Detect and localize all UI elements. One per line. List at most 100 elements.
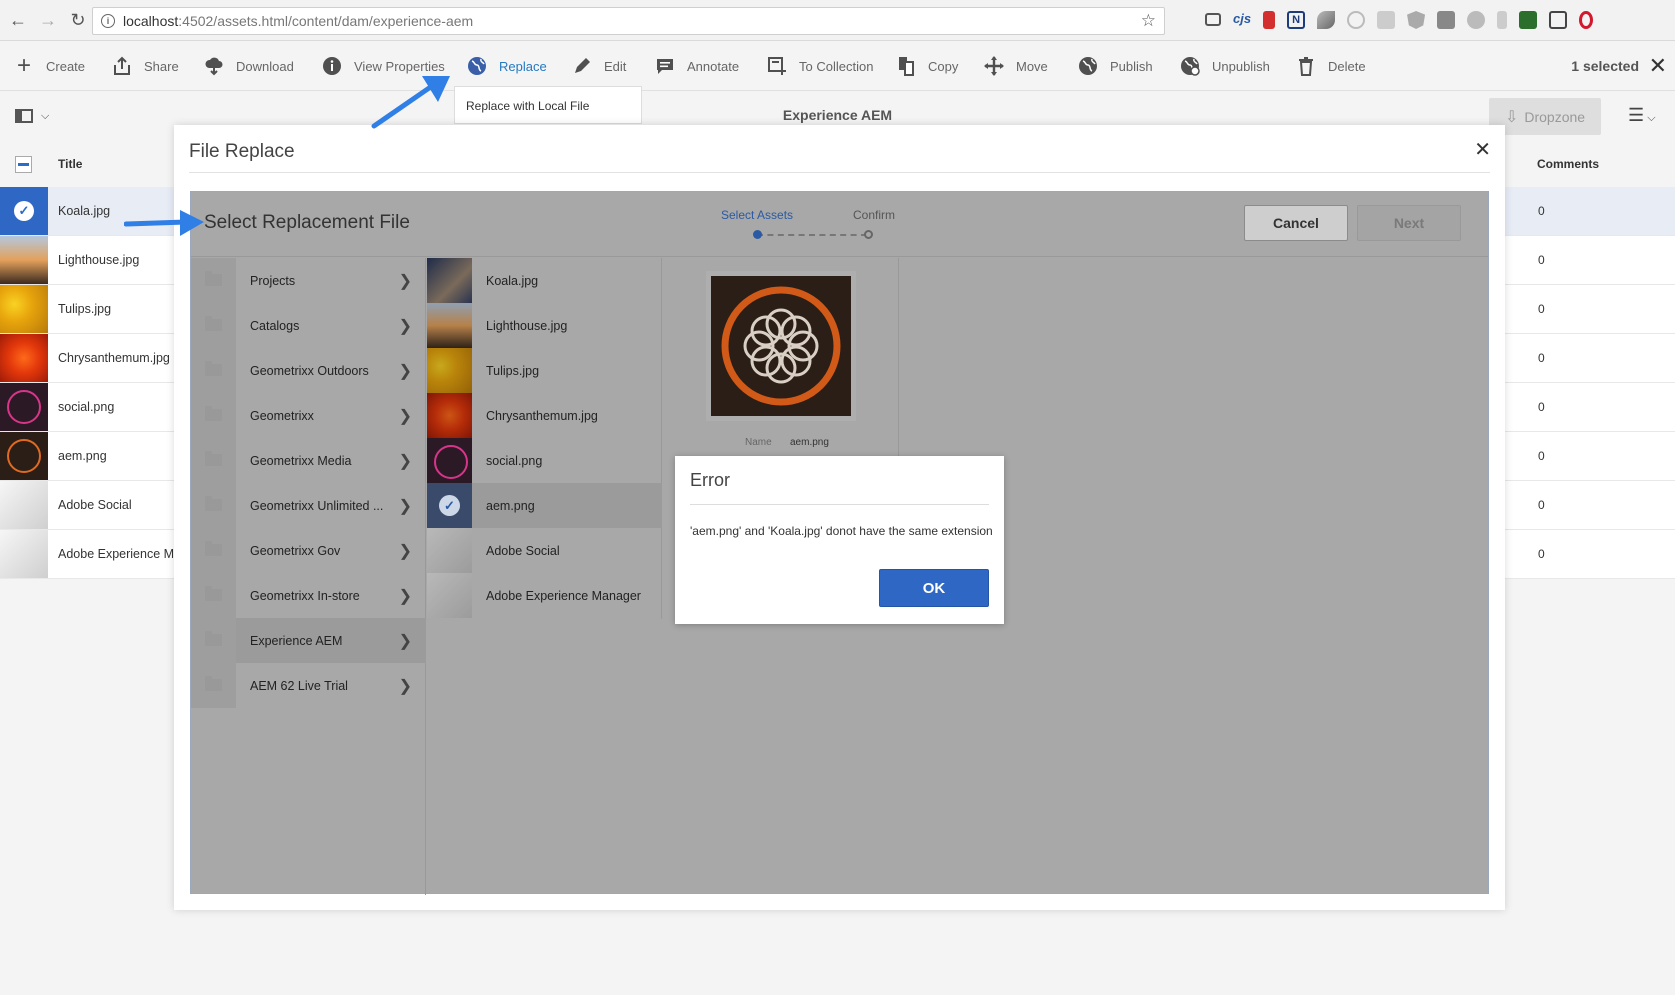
- folder-item[interactable]: Projects ❯: [191, 258, 426, 303]
- info-icon[interactable]: i: [101, 14, 115, 28]
- dropzone-button[interactable]: ⇩ Dropzone: [1489, 98, 1601, 135]
- check-icon[interactable]: ✓: [14, 201, 34, 221]
- thumbnail: [0, 530, 48, 578]
- thumbnail: [427, 573, 472, 618]
- folder-icon: [205, 316, 222, 331]
- publish-button[interactable]: Publish: [1078, 55, 1153, 77]
- row-comments: 0: [1538, 351, 1545, 365]
- row-title: Tulips.jpg: [58, 302, 112, 316]
- cast-icon[interactable]: [1205, 13, 1221, 26]
- share-button[interactable]: Share: [112, 55, 179, 77]
- extension-opera-icon[interactable]: [1579, 11, 1594, 29]
- dialog-title: File Replace: [189, 141, 295, 162]
- select-all-checkbox[interactable]: [15, 156, 32, 173]
- bookmark-star-icon[interactable]: ☆: [1141, 11, 1156, 31]
- selected-count: 1 selected: [1571, 58, 1639, 74]
- collection-icon: [767, 56, 787, 76]
- folder-item[interactable]: Geometrixx Outdoors ❯: [191, 348, 426, 393]
- extension-car-icon[interactable]: [1549, 11, 1568, 29]
- folder-column: Projects ❯ Catalogs ❯ Geometrixx Outdoors ❯…: [191, 258, 426, 895]
- forward-icon[interactable]: →: [36, 8, 60, 32]
- row-comments: 0: [1538, 449, 1545, 463]
- asset-item[interactable]: social.png: [427, 438, 662, 483]
- extension-circle-icon[interactable]: [1347, 11, 1366, 29]
- extension-icons: cjs N: [1205, 11, 1594, 29]
- download-button[interactable]: Download: [204, 55, 294, 77]
- asset-item[interactable]: Koala.jpg: [427, 258, 662, 303]
- thumbnail: ✓: [0, 187, 48, 235]
- close-selection-icon[interactable]: ✕: [1649, 53, 1667, 79]
- asset-item[interactable]: Lighthouse.jpg: [427, 303, 662, 348]
- extension-gray-icon[interactable]: [1377, 11, 1396, 29]
- thumbnail: [0, 285, 48, 333]
- replace-button[interactable]: Replace: [467, 55, 547, 77]
- extension-pin-icon[interactable]: [1497, 11, 1508, 29]
- divider: [690, 504, 989, 505]
- asset-item-selected[interactable]: ✓ aem.png: [427, 483, 662, 528]
- create-button[interactable]: + Create: [14, 52, 85, 79]
- chevron-right-icon: ❯: [398, 363, 412, 380]
- column-title-header[interactable]: Title: [58, 157, 82, 171]
- chevron-right-icon: ❯: [398, 498, 412, 515]
- unpublish-button[interactable]: Unpublish: [1180, 55, 1270, 77]
- back-icon[interactable]: ←: [6, 8, 30, 32]
- aem-logo-image: [711, 276, 851, 416]
- meta-name-label: Name: [745, 437, 772, 448]
- to-collection-button[interactable]: To Collection: [767, 55, 873, 77]
- cancel-button[interactable]: Cancel: [1244, 205, 1348, 241]
- delete-button[interactable]: Delete: [1296, 55, 1366, 77]
- extension-cjs-icon[interactable]: cjs: [1233, 11, 1251, 29]
- error-message: 'aem.png' and 'Koala.jpg' donot have the…: [690, 524, 993, 538]
- folder-item[interactable]: Geometrixx ❯: [191, 393, 426, 438]
- folder-item[interactable]: AEM 62 Live Trial ❯: [191, 663, 426, 708]
- folder-icon: [205, 451, 222, 466]
- globe-icon: [1180, 56, 1200, 76]
- step-line: [757, 234, 867, 236]
- next-button[interactable]: Next: [1357, 205, 1461, 241]
- step-dot-active: [753, 230, 762, 239]
- asset-item[interactable]: Tulips.jpg: [427, 348, 662, 393]
- extension-n-icon[interactable]: N: [1287, 11, 1306, 29]
- extension-cloud-icon[interactable]: [1467, 11, 1486, 29]
- row-comments: 0: [1538, 498, 1545, 512]
- thumbnail: [0, 383, 48, 431]
- annotate-button[interactable]: Annotate: [655, 55, 739, 77]
- folder-item[interactable]: Geometrixx Unlimited ... ❯: [191, 483, 426, 528]
- extension-angular-icon[interactable]: [1407, 11, 1426, 29]
- replace-with-local-file-menu-item[interactable]: Replace with Local File: [454, 86, 642, 124]
- view-switcher-button[interactable]: ☰ ⌵: [1628, 105, 1656, 126]
- edit-button[interactable]: Edit: [572, 55, 626, 77]
- asset-item[interactable]: Adobe Experience Manager: [427, 573, 662, 618]
- folder-item[interactable]: Geometrixx In-store ❯: [191, 573, 426, 618]
- close-icon[interactable]: ✕: [1474, 137, 1491, 162]
- chevron-right-icon: ❯: [398, 633, 412, 650]
- asset-item[interactable]: Chrysanthemum.jpg: [427, 393, 662, 438]
- asset-item[interactable]: Adobe Social: [427, 528, 662, 573]
- extension-feather-icon[interactable]: [1317, 11, 1336, 29]
- reload-icon[interactable]: ↻: [66, 8, 90, 32]
- address-bar[interactable]: i localhost:4502/assets.html/content/dam…: [92, 7, 1165, 35]
- thumbnail: ✓: [427, 483, 472, 528]
- extension-box-icon[interactable]: [1437, 11, 1456, 29]
- row-title: Chrysanthemum.jpg: [58, 351, 170, 365]
- folder-item[interactable]: Geometrixx Media ❯: [191, 438, 426, 483]
- row-title: social.png: [58, 400, 115, 414]
- check-icon[interactable]: ✓: [439, 495, 460, 516]
- download-arrow-icon: ⇩: [1504, 108, 1519, 126]
- list-view-icon: ☰: [1628, 105, 1645, 125]
- copy-button[interactable]: Copy: [896, 55, 958, 77]
- move-button[interactable]: Move: [984, 55, 1048, 77]
- share-icon: [112, 56, 132, 76]
- folder-item[interactable]: Catalogs ❯: [191, 303, 426, 348]
- error-dialog: Error 'aem.png' and 'Koala.jpg' donot ha…: [675, 456, 1004, 624]
- ok-button[interactable]: OK: [879, 569, 989, 607]
- folder-item-selected[interactable]: Experience AEM ❯: [191, 618, 426, 663]
- folder-item[interactable]: Geometrixx Gov ❯: [191, 528, 426, 573]
- extension-green-icon[interactable]: [1519, 11, 1538, 29]
- thumbnail: [0, 432, 48, 480]
- column-comments-header[interactable]: Comments: [1537, 157, 1599, 171]
- extension-red-icon[interactable]: [1263, 11, 1276, 29]
- browser-toolbar: ← → ↻ i localhost:4502/assets.html/conte…: [0, 0, 1675, 41]
- row-comments: 0: [1538, 547, 1545, 561]
- folder-icon: [205, 631, 222, 646]
